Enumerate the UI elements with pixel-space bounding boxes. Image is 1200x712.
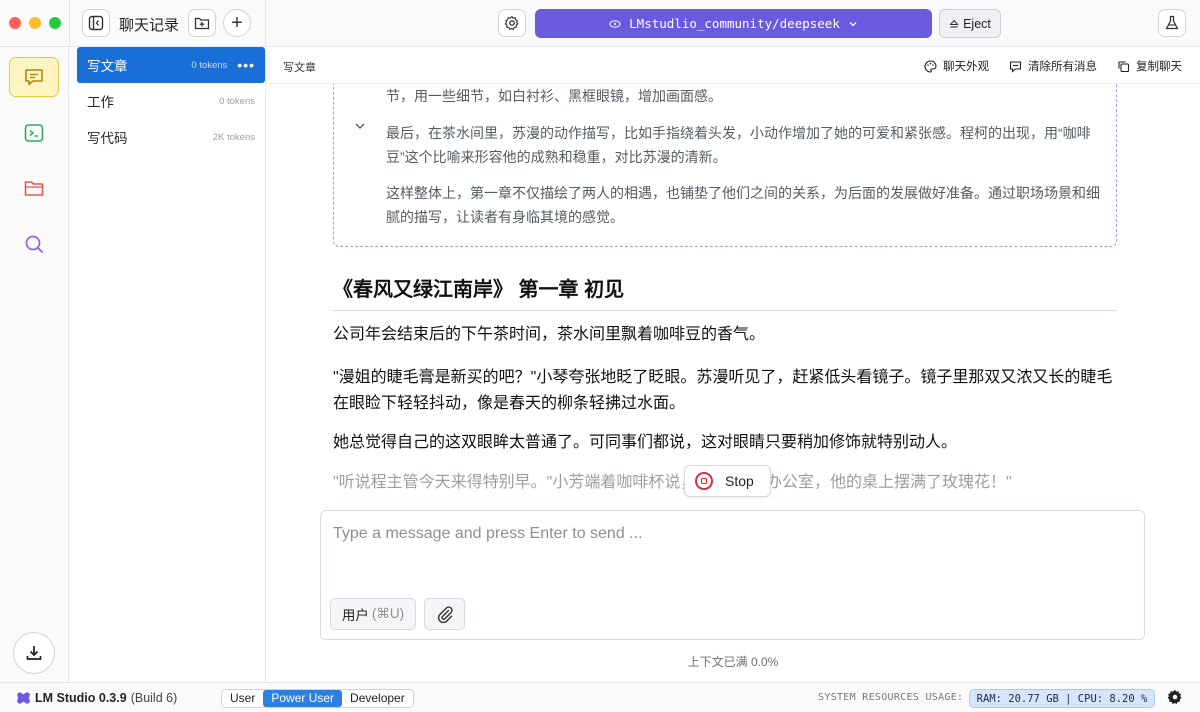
new-folder-button[interactable] — [188, 9, 216, 37]
mode-switch: User Power User Developer — [221, 689, 414, 708]
conversation-name: 写代码 — [87, 131, 128, 146]
clear-messages-icon — [1009, 60, 1022, 73]
stop-generation-button[interactable]: Stop — [684, 465, 771, 497]
conversation-item[interactable]: 写代码 2K tokens — [77, 119, 265, 155]
sidebar-toggle-button[interactable] — [82, 9, 110, 37]
chat-messages[interactable]: 节，用一些细节，如白衬衫、黑框眼镜，增加画面感。 最后，在茶水间里，苏漫的动作描… — [266, 84, 1200, 504]
palette-icon — [924, 59, 937, 73]
chat-icon — [25, 69, 43, 86]
sidebar-toggle-icon — [88, 15, 104, 31]
conversation-item[interactable]: 工作 0 tokens — [77, 83, 265, 119]
experiments-button[interactable] — [1158, 9, 1186, 37]
role-shortcut: (⌘U) — [371, 606, 405, 621]
search-icon — [25, 235, 43, 253]
conversation-list: 写文章 0 tokens ••• 工作 0 tokens 写代码 2K toke… — [69, 47, 266, 682]
folder-icon — [24, 181, 44, 196]
chat-title: 写文章 — [283, 62, 316, 74]
lm-logo-icon — [17, 692, 30, 704]
divider — [69, 0, 70, 47]
chat-appearance-label: 聊天外观 — [943, 61, 989, 73]
eject-label: Eject — [963, 16, 991, 31]
app-settings-button[interactable] — [1167, 689, 1183, 705]
conversation-name: 写文章 — [87, 59, 128, 74]
eject-button[interactable]: Eject — [939, 9, 1001, 38]
title-bar: 聊天记录 + LMstudlio_community/deepseek Ejec… — [0, 0, 1200, 47]
zoom-window-button[interactable] — [49, 17, 61, 29]
copy-chat-button[interactable]: 复制聊天 — [1117, 58, 1182, 74]
mode-power-user[interactable]: Power User — [263, 690, 343, 707]
attach-file-button[interactable] — [424, 598, 465, 630]
gear-icon — [504, 15, 519, 31]
flask-icon — [1165, 15, 1179, 30]
nav-developer[interactable] — [9, 113, 59, 153]
eject-icon — [949, 19, 959, 28]
new-folder-icon — [194, 17, 210, 30]
response-paragraph: 公司年会结束后的下午茶时间，茶水间里飘着咖啡豆的香气。 — [333, 326, 766, 343]
thinking-text: 这样整体上，第一章不仅描绘了两人的相遇，也铺垫了他们之间的关系，为后面的发展做好… — [386, 185, 1100, 225]
conversation-tokens: 2K tokens — [212, 131, 255, 143]
more-options-icon[interactable]: ••• — [237, 57, 255, 73]
collapse-thinking-button[interactable] — [354, 120, 366, 132]
paperclip-icon — [437, 606, 453, 623]
response-heading: 《春风又绿江南岸》 第一章 初见 — [333, 273, 1117, 311]
role-toggle-button[interactable]: 用户 (⌘U) — [330, 598, 416, 630]
system-resources-label: SYSTEM RESOURCES USAGE: — [818, 692, 964, 703]
gear-icon — [1167, 689, 1182, 705]
model-name: LMstudlio_community/deepseek — [629, 16, 840, 31]
close-window-button[interactable] — [9, 17, 21, 29]
conversation-item[interactable]: 写文章 0 tokens ••• — [77, 47, 265, 83]
nav-chat[interactable] — [9, 57, 59, 97]
nav-discover[interactable] — [9, 224, 59, 264]
app-name: LM Studio 0.3.9 — [35, 691, 127, 705]
response-paragraph: 她总觉得自己的这双眼眸太普通了。可同事们都说，这对眼睛只要稍加修饰就特别动人。 — [333, 434, 958, 451]
thinking-text: 最后，在茶水间里，苏漫的动作描写，比如手指绕着头发，小动作增加了她的可爱和紧张感… — [386, 125, 1091, 165]
mode-developer[interactable]: Developer — [342, 690, 413, 707]
nav-rail — [0, 47, 69, 682]
role-label: 用户 — [341, 608, 369, 623]
copy-chat-label: 复制聊天 — [1136, 61, 1182, 73]
app-version: LM Studio 0.3.9 (Build 6) — [16, 691, 177, 705]
chevron-down-icon — [355, 123, 365, 129]
mode-user[interactable]: User — [222, 690, 263, 707]
terminal-icon — [24, 124, 44, 142]
conversation-name: 工作 — [87, 95, 114, 110]
context-usage: 上下文已满 0.0% — [687, 655, 779, 669]
message-composer: 用户 (⌘U) — [320, 510, 1145, 640]
minimize-window-button[interactable] — [29, 17, 41, 29]
response-paragraph: "漫姐的睫毛膏是新买的吧？"小琴夸张地眨了眨眼。苏漫听见了，赶紧低头看镜子。镜子… — [333, 369, 1113, 412]
plus-icon: + — [231, 12, 243, 34]
divider — [265, 0, 266, 47]
chat-header: 写文章 聊天外观 清除所有消息 复制聊天 — [266, 47, 1200, 84]
clear-all-messages-label: 清除所有消息 — [1028, 61, 1097, 73]
sidebar-title: 聊天记录 — [119, 17, 180, 34]
clear-all-messages-button[interactable]: 清除所有消息 — [1009, 58, 1097, 74]
model-selector[interactable]: LMstudlio_community/deepseek — [535, 9, 932, 38]
conversation-tokens: 0 tokens — [219, 95, 255, 107]
build-number: (Build 6) — [130, 691, 178, 705]
copy-icon — [1118, 60, 1130, 72]
nav-my-models[interactable] — [9, 168, 59, 208]
chat-appearance-button[interactable]: 聊天外观 — [924, 58, 989, 74]
download-icon — [26, 646, 42, 660]
model-icon — [609, 19, 621, 28]
chevron-down-icon — [849, 21, 857, 26]
conversation-tokens: 0 tokens — [191, 59, 228, 71]
stop-icon — [695, 472, 713, 490]
downloads-button[interactable] — [13, 632, 55, 674]
stop-label: Stop — [725, 473, 754, 489]
new-chat-button[interactable]: + — [223, 9, 251, 37]
status-bar: LM Studio 0.3.9 (Build 6) User Power Use… — [0, 682, 1200, 712]
message-input[interactable] — [333, 525, 1123, 543]
system-resources-value[interactable]: RAM: 20.77 GB | CPU: 8.20 % — [969, 689, 1155, 708]
thinking-text: 节，用一些细节，如白衬衫、黑框眼镜，增加画面感。 — [386, 88, 722, 104]
settings-button[interactable] — [498, 9, 526, 37]
